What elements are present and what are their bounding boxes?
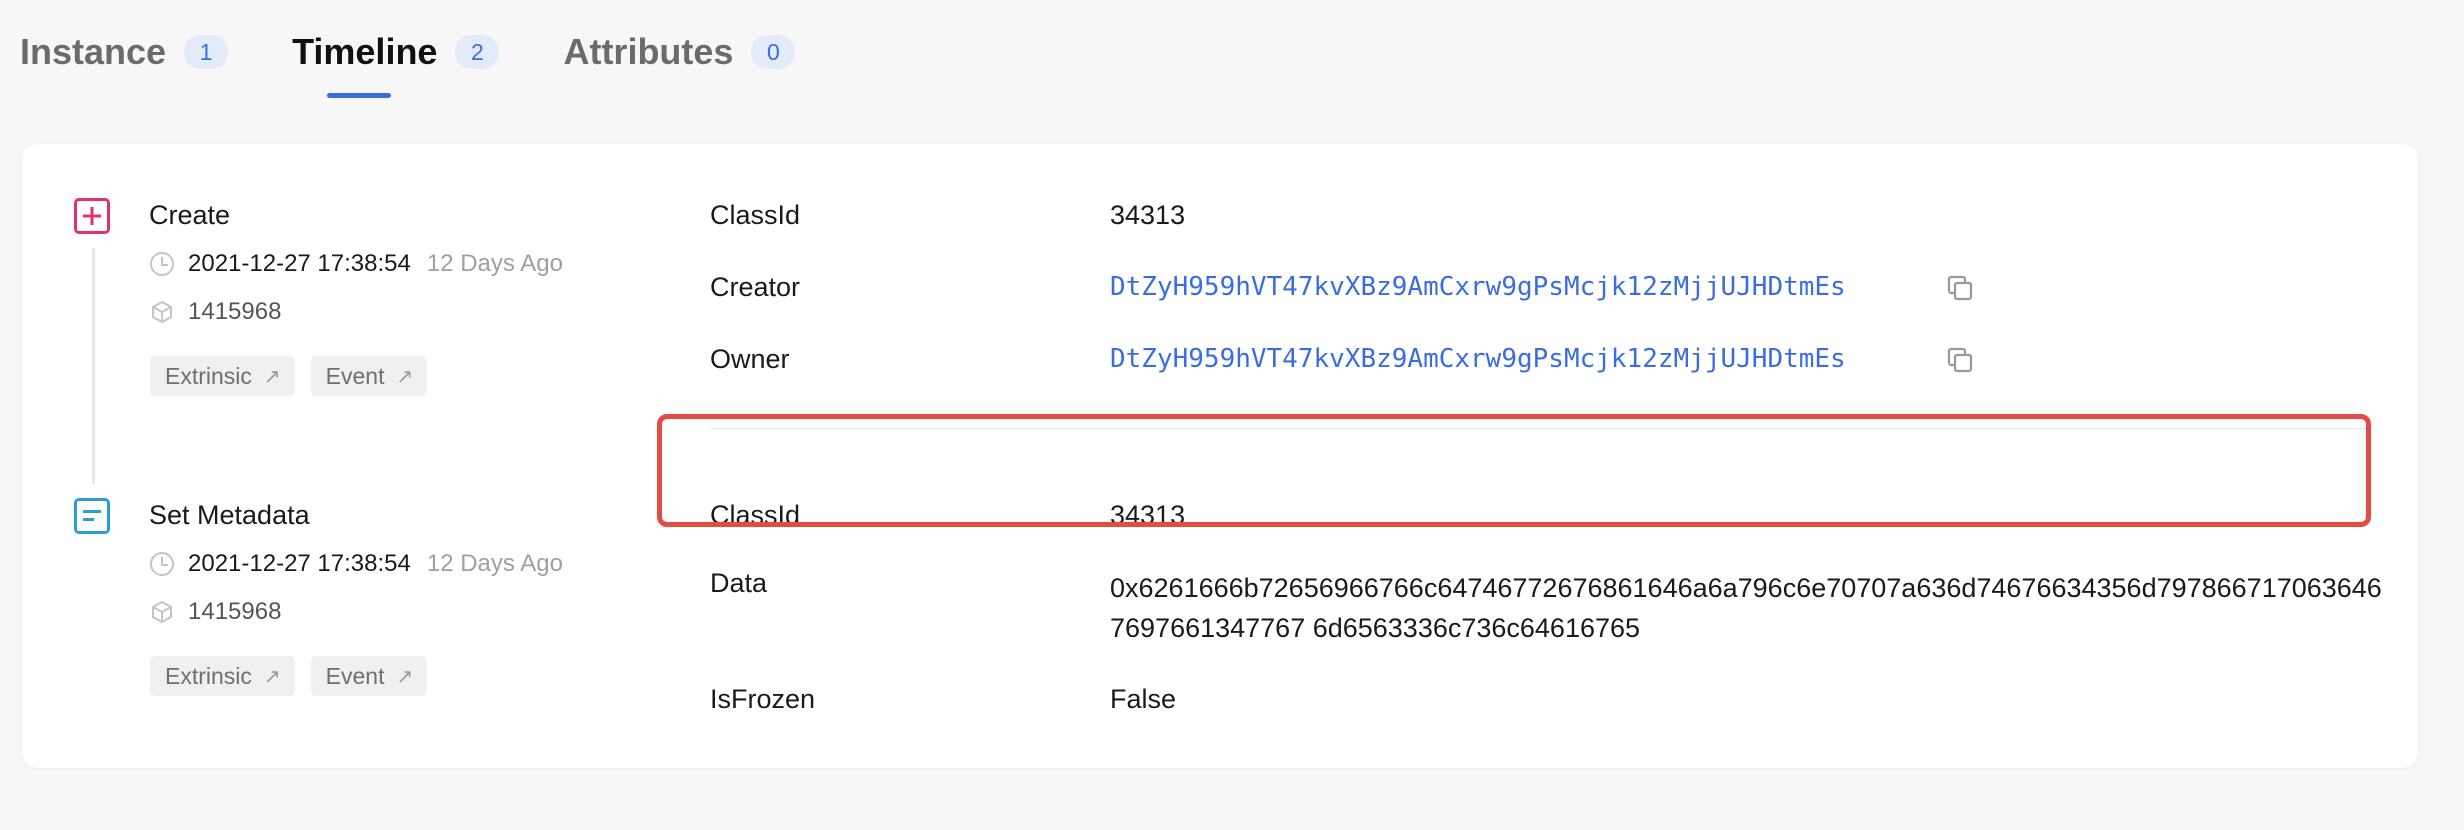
event-block-number: 1415968 [188,298,282,325]
field-label: Data [710,568,768,598]
owner-address-link[interactable]: DtZyH959hVT47kvXBz9AmCxrw9gPsMcjk12zMjjU… [1110,344,1846,374]
event-block-row: 1415968 [150,298,281,326]
tab-attributes-count: 0 [751,35,796,69]
document-icon [74,498,110,534]
event-link-label: Event [325,362,385,389]
clock-icon [150,552,174,576]
event-relative-time: 12 Days Ago [426,250,563,277]
tab-attributes[interactable]: Attributes 0 [563,22,796,82]
cube-icon [152,300,172,324]
extrinsic-link-label: Extrinsic [165,362,252,389]
tab-timeline[interactable]: Timeline 2 [292,22,500,98]
external-link-icon: ↗ [263,365,281,388]
event-timestamp-row: 2021-12-27 17:38:54 12 Days Ago [150,550,563,578]
copy-icon[interactable] [1946,346,1974,374]
event-title-create: Create [149,200,231,230]
tab-timeline-label: Timeline [292,31,438,72]
field-label: IsFrozen [710,684,816,714]
tab-attributes-label: Attributes [563,31,734,72]
event-block-number: 1415968 [188,598,282,625]
external-link-icon: ↗ [396,665,414,688]
metadata-data-value: 0x6261666b72656966766c64746772676861646a… [1110,573,2382,643]
active-tab-indicator [327,93,392,98]
field-value: 34313 [1110,200,1186,230]
timeline-connector [92,248,95,484]
tab-instance-count: 1 [184,35,229,69]
extrinsic-link[interactable]: Extrinsic ↗ [150,656,295,696]
field-label: ClassId [710,200,801,230]
extrinsic-link[interactable]: Extrinsic ↗ [150,356,295,396]
external-link-icon: ↗ [396,365,414,388]
field-label: Owner [710,344,790,374]
event-tags: Extrinsic ↗ Event ↗ [150,356,443,396]
event-link[interactable]: Event ↗ [310,656,428,696]
event-title-set-metadata: Set Metadata [149,500,310,530]
field-label: Creator [710,272,801,302]
event-link[interactable]: Event ↗ [310,356,428,396]
creator-address-link[interactable]: DtZyH959hVT47kvXBz9AmCxrw9gPsMcjk12zMjjU… [1110,272,1846,302]
event-timestamp-row: 2021-12-27 17:38:54 12 Days Ago [150,250,563,278]
field-value: False [1110,684,1177,714]
copy-icon[interactable] [1946,274,1974,302]
event-link-label: Event [325,662,385,689]
cube-icon [152,600,172,624]
highlight-box [657,414,2371,527]
external-link-icon: ↗ [263,665,281,688]
plus-square-icon [74,198,110,234]
clock-icon [150,252,174,276]
tab-bar: Instance 1 Timeline 2 Attributes 0 [20,22,859,100]
tab-instance[interactable]: Instance 1 [20,22,229,82]
event-relative-time: 12 Days Ago [426,550,563,577]
event-tags: Extrinsic ↗ Event ↗ [150,656,443,696]
extrinsic-link-label: Extrinsic [165,662,252,689]
event-timestamp: 2021-12-27 17:38:54 [188,250,411,277]
tab-timeline-count: 2 [455,35,500,69]
event-block-row: 1415968 [150,598,281,626]
event-timestamp: 2021-12-27 17:38:54 [188,550,411,577]
tab-instance-label: Instance [20,31,167,72]
